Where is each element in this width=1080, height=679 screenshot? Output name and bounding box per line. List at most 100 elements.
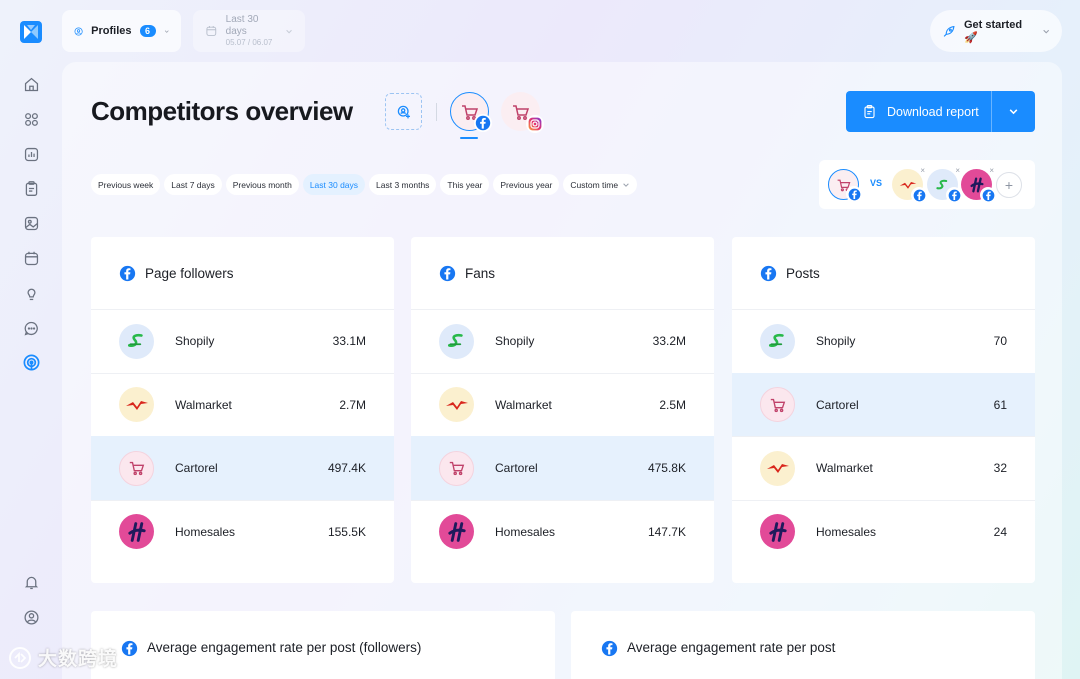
home-icon[interactable]: [21, 74, 41, 94]
filter-label: Previous week: [98, 179, 154, 190]
competitor-avatar-walmarket[interactable]: ×: [892, 166, 927, 203]
competitor-name: Shopily: [495, 334, 535, 349]
remove-icon[interactable]: ×: [955, 166, 960, 175]
card-title: Fans: [465, 265, 496, 281]
competitor-row-homesales[interactable]: Homesales 155.5K: [91, 499, 394, 564]
metric-value: 497.4K: [327, 461, 366, 476]
filter-chip[interactable]: Last 7 days: [164, 174, 222, 195]
network-facebook-tab[interactable]: [450, 92, 492, 132]
profiles-selector[interactable]: Profiles 6: [62, 10, 181, 52]
remove-icon[interactable]: ×: [989, 166, 994, 175]
card-header: Posts: [732, 237, 1035, 309]
competitor-row-cartorel[interactable]: Cartorel 61: [732, 372, 1035, 436]
download-report-button[interactable]: Download report: [846, 91, 1035, 132]
watermark-logo-icon: [9, 646, 31, 669]
filter-chip[interactable]: Previous week: [91, 174, 161, 195]
add-competitor-button[interactable]: [385, 93, 422, 130]
facebook-icon: [439, 265, 456, 281]
avatar: [760, 514, 795, 550]
facebook-icon: [121, 640, 138, 657]
clipboard-icon[interactable]: [21, 178, 41, 198]
filter-chip[interactable]: Previous month: [225, 174, 299, 195]
competitor-row-cartorel[interactable]: Cartorel 497.4K: [91, 436, 394, 500]
card-header: Page followers: [91, 237, 394, 309]
competitor-name: Cartorel: [816, 397, 859, 412]
filter-label: Last 3 months: [376, 179, 430, 190]
lightbulb-icon[interactable]: [21, 283, 41, 303]
filter-chip[interactable]: Last 3 months: [369, 174, 437, 195]
calendar-icon[interactable]: [21, 248, 41, 268]
time-filter-chips: Previous week Last 7 days Previous month…: [91, 174, 638, 195]
homesales-logo-icon: [447, 521, 466, 542]
posts-card: Posts Shopily 70 Cartorel 61 Walmarket 32 Homes…: [732, 237, 1035, 583]
competitor-row-shopily[interactable]: Shopily 70: [732, 309, 1035, 373]
add-profile-icon: [397, 105, 410, 118]
walmarket-logo-icon: [445, 400, 468, 410]
metric-value: 33.2M: [652, 334, 686, 349]
date-range-label: Last 30 days: [225, 14, 259, 37]
avatar: [119, 514, 154, 550]
download-report-main[interactable]: Download report: [846, 104, 991, 119]
avatar: [760, 387, 795, 423]
page-title: Competitors overview: [91, 96, 353, 126]
competitor-row-homesales[interactable]: Homesales 24: [732, 499, 1035, 564]
competitor-avatar-homesales[interactable]: ×: [961, 166, 996, 203]
filter-label: Last 30 days: [309, 179, 359, 190]
facebook-icon: [911, 187, 927, 203]
competitor-row-homesales[interactable]: Homesales 147.7K: [411, 499, 714, 564]
competitor-row-walmarket[interactable]: Walmarket 2.5M: [411, 372, 714, 437]
chevron-down-icon: [286, 29, 292, 33]
filter-label: Previous month: [232, 179, 292, 190]
bell-icon[interactable]: [21, 572, 41, 592]
shopily-logo-icon: [127, 334, 143, 348]
competitor-row-walmarket[interactable]: Walmarket 32: [732, 436, 1035, 500]
competitor-name: Cartorel: [495, 461, 538, 476]
date-range-selector[interactable]: Last 30 days 05.07 / 06.07: [193, 10, 305, 52]
card-title: Posts: [786, 265, 820, 281]
metric-value: 2.5M: [659, 397, 686, 412]
chat-icon[interactable]: [21, 318, 41, 338]
download-report-label: Download report: [887, 104, 979, 119]
facebook-icon: [846, 186, 862, 202]
user-profile-icon[interactable]: [21, 607, 41, 627]
filter-chip-active[interactable]: Last 30 days: [302, 174, 366, 195]
avatar: [439, 323, 474, 359]
filter-chip[interactable]: This year: [440, 174, 490, 195]
app-logo-icon[interactable]: [20, 21, 42, 43]
competitor-row-cartorel[interactable]: Cartorel 475.8K: [411, 436, 714, 500]
competitors-radar-icon[interactable]: [21, 352, 41, 372]
download-options-toggle[interactable]: [992, 106, 1035, 117]
engagement-card: Average engagement rate per post: [571, 611, 1035, 679]
get-started-button[interactable]: Get started 🚀: [930, 10, 1062, 52]
competitor-name: Homesales: [495, 524, 556, 539]
avatar: [439, 387, 474, 423]
analytics-icon[interactable]: [21, 144, 41, 164]
avatar: [119, 450, 154, 486]
walmarket-logo-icon: [125, 400, 148, 410]
competitor-name: Shopily: [175, 334, 215, 349]
competitor-name: Walmarket: [495, 397, 552, 412]
competitor-row-shopily[interactable]: Shopily 33.1M: [91, 309, 394, 373]
image-icon[interactable]: [21, 213, 41, 233]
facebook-icon: [980, 187, 996, 203]
avatar: [119, 323, 154, 359]
avatar: [760, 323, 795, 359]
compare-profiles-box: VS × × × +: [819, 160, 1035, 209]
card-title: Average engagement rate per post: [627, 640, 836, 655]
remove-icon[interactable]: ×: [920, 166, 925, 175]
watermark: 大数跨境: [8, 644, 118, 671]
avatar: [760, 450, 795, 486]
metric-value: 2.7M: [339, 397, 366, 412]
own-profile-avatar[interactable]: [828, 169, 862, 202]
filter-chip[interactable]: Previous year: [493, 174, 560, 195]
filter-chip-custom-time[interactable]: Custom time: [563, 174, 638, 195]
competitor-row-walmarket[interactable]: Walmarket 2.7M: [91, 372, 394, 437]
metric-value: 147.7K: [647, 524, 686, 539]
competitor-avatar-shopily[interactable]: ×: [927, 166, 962, 203]
competitor-row-shopily[interactable]: Shopily 33.2M: [411, 309, 714, 373]
divider: [436, 103, 437, 121]
network-instagram-tab[interactable]: [501, 92, 544, 133]
add-competitor-plus-button[interactable]: +: [996, 172, 1022, 198]
grid-icon[interactable]: [21, 109, 41, 129]
card-title: Page followers: [145, 265, 234, 281]
